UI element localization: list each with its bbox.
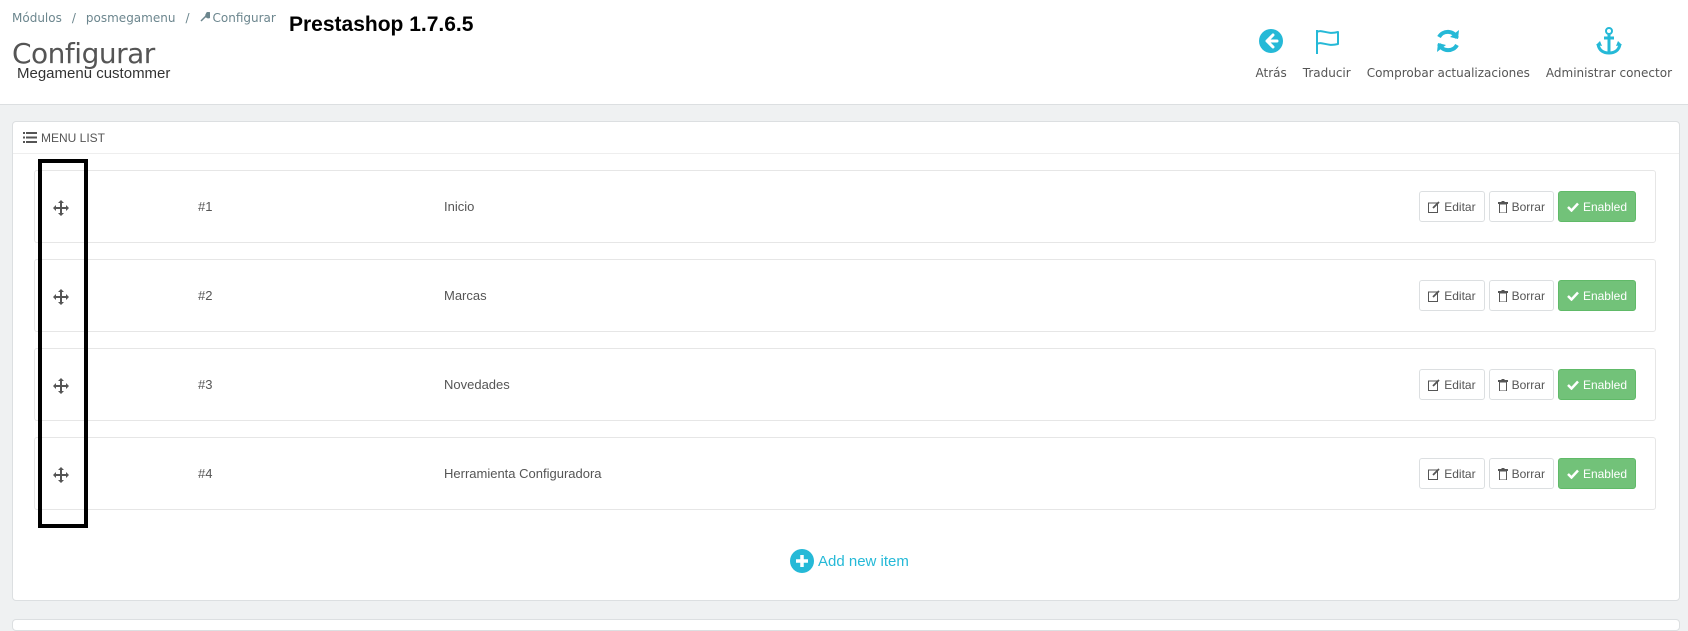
menu-item-number: #4 — [198, 466, 213, 481]
arrow-circle-left-icon — [1259, 29, 1284, 53]
breadcrumb-module-name[interactable]: posmegamenu — [86, 11, 176, 25]
panel-heading-label: MENU LIST — [41, 130, 106, 145]
flag-icon — [1315, 30, 1339, 54]
edit-button[interactable]: Editar — [1419, 458, 1485, 489]
edit-icon — [1428, 200, 1440, 213]
version-note: Prestashop 1.7.6.5 — [289, 13, 474, 36]
enabled-toggle-button[interactable]: Enabled — [1557, 191, 1636, 222]
menu-item-row: #4 Herramienta Configuradora Editar Borr… — [34, 437, 1656, 510]
menu-item-row: #1 Inicio Editar Borrar Enabled — [34, 170, 1656, 243]
menu-item-number: #1 — [198, 199, 213, 214]
menu-item-number: #2 — [198, 288, 213, 303]
back-button[interactable]: Atrás — [1248, 26, 1295, 80]
list-icon — [23, 132, 37, 143]
row-actions: Editar Borrar Enabled — [1419, 280, 1636, 311]
row-actions: Editar Borrar Enabled — [1419, 458, 1636, 489]
delete-button[interactable]: Borrar — [1488, 369, 1554, 400]
check-icon — [1567, 202, 1579, 212]
add-new-item-label: Add new item — [818, 552, 909, 570]
row-actions: Editar Borrar Enabled — [1419, 369, 1636, 400]
menu-item-number: #3 — [198, 377, 213, 392]
breadcrumb: Módulos / posmegamenu / Configurar — [12, 11, 276, 25]
delete-button[interactable]: Borrar — [1488, 458, 1554, 489]
breadcrumb-separator: / — [185, 11, 190, 25]
next-panel-edge — [12, 619, 1680, 631]
edit-button[interactable]: Editar — [1419, 191, 1485, 222]
edit-icon — [1428, 289, 1440, 302]
anchor-icon — [1595, 27, 1622, 55]
status-label: Enabled — [1582, 377, 1627, 392]
refresh-icon — [1437, 29, 1460, 53]
delete-label: Borrar — [1511, 466, 1545, 481]
status-label: Enabled — [1582, 466, 1627, 481]
translate-label: Traducir — [1302, 66, 1351, 80]
trash-icon — [1497, 200, 1508, 213]
menu-item-row: #3 Novedades Editar Borrar Enabled — [34, 348, 1656, 421]
toolbar: Atrás Traducir Comprobar actualizaciones — [1248, 26, 1681, 80]
delete-button[interactable]: Borrar — [1488, 191, 1554, 222]
add-new-item-button[interactable]: Add new item — [790, 549, 909, 573]
back-label: Atrás — [1255, 66, 1287, 80]
wrench-icon — [199, 11, 212, 25]
page-subtitle: Megamenu custommer — [17, 65, 171, 82]
drag-handle-icon[interactable] — [52, 199, 70, 217]
delete-button[interactable]: Borrar — [1488, 280, 1554, 311]
page-header: Módulos / posmegamenu / Configurar Prestasho… — [0, 0, 1688, 105]
manage-hooks-button[interactable]: Administrar conector — [1538, 26, 1680, 80]
trash-icon — [1497, 467, 1508, 480]
check-updates-label: Comprobar actualizaciones — [1366, 66, 1530, 80]
drag-handle-icon[interactable] — [52, 466, 70, 484]
enabled-toggle-button[interactable]: Enabled — [1557, 280, 1636, 311]
delete-label: Borrar — [1511, 288, 1545, 303]
menu-item-name: Inicio — [444, 199, 475, 214]
edit-icon — [1428, 378, 1440, 391]
manage-hooks-label: Administrar conector — [1545, 66, 1672, 80]
trash-icon — [1497, 378, 1508, 391]
enabled-toggle-button[interactable]: Enabled — [1557, 458, 1636, 489]
edit-label: Editar — [1444, 377, 1476, 392]
menu-item-name: Herramienta Configuradora — [444, 466, 602, 481]
check-icon — [1567, 469, 1579, 479]
row-actions: Editar Borrar Enabled — [1419, 191, 1636, 222]
translate-button[interactable]: Traducir — [1295, 26, 1359, 80]
check-updates-button[interactable]: Comprobar actualizaciones — [1359, 26, 1538, 80]
edit-button[interactable]: Editar — [1419, 280, 1485, 311]
menu-item-name: Novedades — [444, 377, 510, 392]
drag-handle-icon[interactable] — [52, 377, 70, 395]
menu-item-row: #2 Marcas Editar Borrar Enabled — [34, 259, 1656, 332]
edit-label: Editar — [1444, 199, 1476, 214]
check-icon — [1567, 380, 1579, 390]
status-label: Enabled — [1582, 288, 1627, 303]
breadcrumb-separator: / — [71, 11, 76, 25]
status-label: Enabled — [1582, 199, 1627, 214]
edit-label: Editar — [1444, 288, 1476, 303]
edit-label: Editar — [1444, 466, 1476, 481]
menu-list-panel: MENU LIST #1 Inicio Editar Borrar Enable… — [12, 121, 1680, 601]
plus-circle-icon — [790, 549, 814, 573]
breadcrumb-current: Configurar — [212, 11, 276, 25]
panel-heading: MENU LIST — [13, 122, 1679, 154]
trash-icon — [1497, 289, 1508, 302]
edit-button[interactable]: Editar — [1419, 369, 1485, 400]
drag-handle-icon[interactable] — [52, 288, 70, 306]
delete-label: Borrar — [1511, 199, 1545, 214]
check-icon — [1567, 291, 1579, 301]
menu-item-name: Marcas — [444, 288, 487, 303]
breadcrumb-modules[interactable]: Módulos — [12, 11, 62, 25]
delete-label: Borrar — [1511, 377, 1545, 392]
enabled-toggle-button[interactable]: Enabled — [1557, 369, 1636, 400]
edit-icon — [1428, 467, 1440, 480]
